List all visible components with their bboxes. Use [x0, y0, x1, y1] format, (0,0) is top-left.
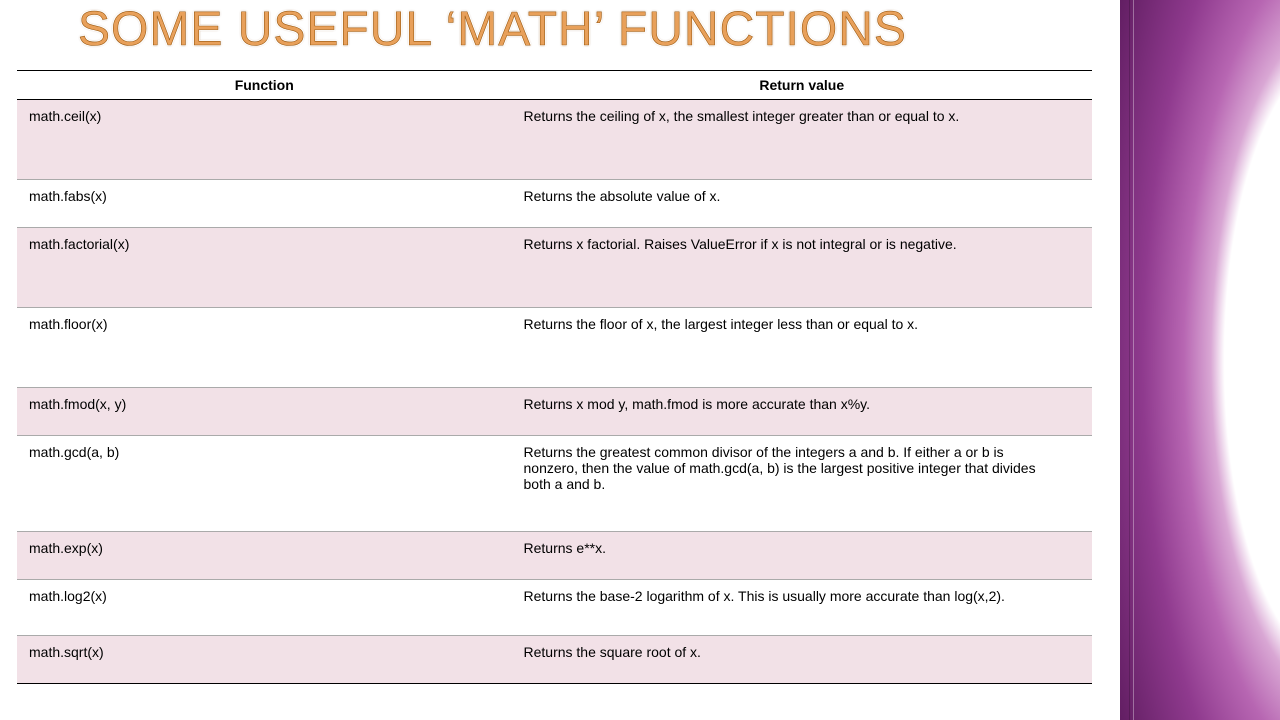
header-return-value: Return value [512, 71, 1093, 100]
cell-return-value: Returns the square root of x. [512, 636, 1093, 684]
header-function: Function [17, 71, 512, 100]
cell-return-value: Returns the base-2 logarithm of x. This … [512, 580, 1093, 636]
math-functions-table: Function Return value math.ceil(x) Retur… [17, 70, 1092, 684]
table-row: math.gcd(a, b) Returns the greatest comm… [17, 436, 1092, 532]
table-row: math.fabs(x) Returns the absolute value … [17, 180, 1092, 228]
table-container: Function Return value math.ceil(x) Retur… [17, 70, 1092, 684]
table-row: math.ceil(x) Returns the ceiling of x, t… [17, 100, 1092, 180]
table-row: math.exp(x) Returns e**x. [17, 532, 1092, 580]
table-row: math.log2(x) Returns the base-2 logarith… [17, 580, 1092, 636]
cell-function: math.sqrt(x) [17, 636, 512, 684]
cell-function: math.log2(x) [17, 580, 512, 636]
table-row: math.fmod(x, y) Returns x mod y, math.fm… [17, 388, 1092, 436]
cell-function: math.exp(x) [17, 532, 512, 580]
table-row: math.floor(x) Returns the floor of x, th… [17, 308, 1092, 388]
slide: Some useful ‘math’ functions Function Re… [0, 0, 1280, 720]
cell-function: math.ceil(x) [17, 100, 512, 180]
table-header-row: Function Return value [17, 71, 1092, 100]
cell-return-value: Returns x mod y, math.fmod is more accur… [512, 388, 1093, 436]
cell-return-value: Returns the absolute value of x. [512, 180, 1093, 228]
cell-return-value: Returns the floor of x, the largest inte… [512, 308, 1093, 388]
cell-return-value: Returns x factorial. Raises ValueError i… [512, 228, 1093, 308]
cell-return-value: Returns the greatest common divisor of t… [512, 436, 1093, 532]
cell-function: math.floor(x) [17, 308, 512, 388]
cell-function: math.fabs(x) [17, 180, 512, 228]
cell-function: math.fmod(x, y) [17, 388, 512, 436]
cell-return-value: Returns e**x. [512, 532, 1093, 580]
table-row: math.sqrt(x) Returns the square root of … [17, 636, 1092, 684]
slide-decor-right [1120, 0, 1280, 720]
table-row: math.factorial(x) Returns x factorial. R… [17, 228, 1092, 308]
page-title: Some useful ‘math’ functions [78, 2, 907, 57]
cell-return-value: Returns the ceiling of x, the smallest i… [512, 100, 1093, 180]
decor-line [1129, 0, 1130, 720]
decor-line [1133, 0, 1134, 720]
decor-gradient [1120, 0, 1280, 720]
cell-function: math.factorial(x) [17, 228, 512, 308]
cell-function: math.gcd(a, b) [17, 436, 512, 532]
